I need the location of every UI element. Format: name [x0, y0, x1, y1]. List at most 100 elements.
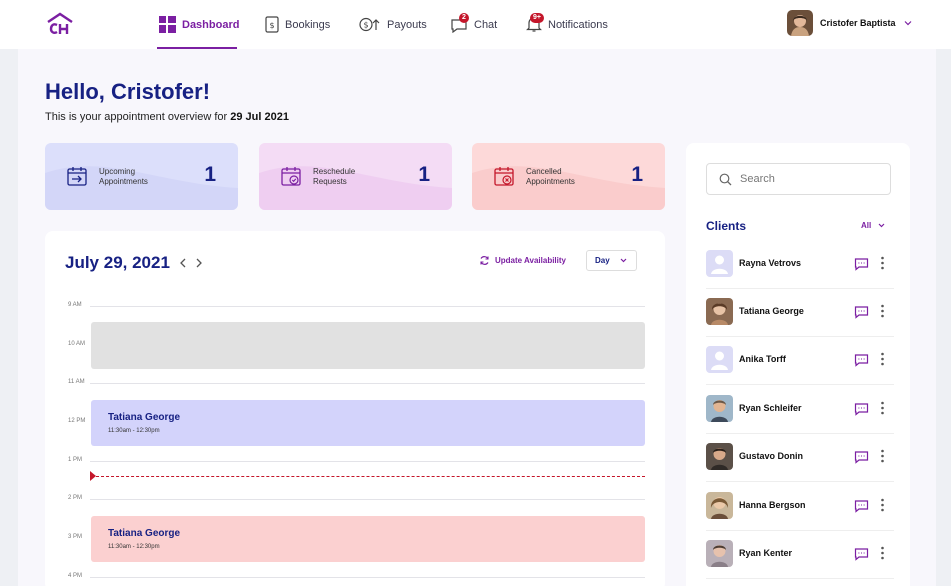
dashboard-icon: [159, 16, 176, 33]
user-menu[interactable]: Cristofer Baptista: [787, 10, 913, 36]
more-vertical-icon[interactable]: [880, 255, 885, 271]
client-row[interactable]: Ryan Kenter: [706, 531, 894, 579]
event-block[interactable]: Tatiana George 11:30am - 12:30pm: [91, 400, 645, 446]
client-row[interactable]: Hanna Bergson: [706, 483, 894, 531]
app-logo[interactable]: [45, 12, 75, 36]
client-avatar: [706, 250, 733, 277]
calendar-check-icon: [281, 167, 301, 186]
more-vertical-icon[interactable]: [880, 497, 885, 513]
hour-line: [90, 306, 645, 307]
client-row[interactable]: Rayna Vetrovs: [706, 241, 894, 289]
client-row[interactable]: Anika Torff: [706, 337, 894, 385]
more-vertical-icon[interactable]: [880, 351, 885, 367]
chevron-down-icon: [620, 258, 627, 263]
stat-cancelled-appointments[interactable]: Cancelled Appointments 1: [472, 143, 665, 210]
client-avatar: [706, 346, 733, 373]
client-row[interactable]: Tatiana George: [706, 289, 894, 337]
calendar-arrow-icon: [67, 167, 87, 186]
payouts-icon: $: [359, 17, 380, 32]
event-title: Tatiana George: [108, 528, 181, 539]
hour-row: 2 PM: [45, 495, 645, 501]
nav-payouts-label: Payouts: [387, 18, 427, 31]
nav-notifications-label: Notifications: [548, 18, 608, 31]
search-icon: [719, 173, 732, 185]
more-vertical-icon[interactable]: [880, 448, 885, 464]
stat-upcoming-appointments[interactable]: Upcoming Appointments 1: [45, 143, 238, 210]
event-time: 11:30am - 12:30pm: [108, 428, 160, 434]
unavailable-block[interactable]: [91, 322, 645, 369]
user-name: Cristofer Baptista: [820, 18, 896, 28]
message-icon[interactable]: [854, 353, 869, 367]
stat-reschedule-value: 1: [418, 163, 430, 186]
stat-cancelled-label: Cancelled Appointments: [526, 167, 575, 186]
nav-notifications[interactable]: Notifications: [526, 0, 608, 49]
chevron-left-icon[interactable]: [178, 257, 188, 269]
hour-line: [90, 499, 645, 500]
client-avatar: [706, 443, 733, 470]
more-vertical-icon[interactable]: [880, 400, 885, 416]
clients-filter[interactable]: All: [861, 221, 886, 230]
hour-label: 9 AM: [68, 302, 82, 308]
view-select-value: Day: [595, 256, 610, 265]
message-icon[interactable]: [854, 499, 869, 513]
hour-row: 9 AM: [45, 302, 645, 308]
more-vertical-icon[interactable]: [880, 545, 885, 561]
client-row[interactable]: Ryan Schleifer: [706, 386, 894, 434]
search-input[interactable]: Search: [706, 163, 891, 195]
clients-filter-value: All: [861, 221, 872, 230]
stat-reschedule-requests[interactable]: Reschedule Requests 1: [259, 143, 452, 210]
current-time-line: [91, 476, 645, 477]
nav-payouts[interactable]: $ Payouts: [359, 0, 427, 49]
hour-row: 11 AM: [45, 379, 645, 385]
event-title: Tatiana George: [108, 412, 181, 423]
chevron-right-icon[interactable]: [194, 257, 204, 269]
active-tab-indicator: [157, 47, 237, 49]
hour-label: 11 AM: [68, 379, 85, 385]
event-block[interactable]: Tatiana George 11:30am - 12:30pm: [91, 516, 645, 562]
hour-label: 1 PM: [68, 457, 83, 463]
stat-upcoming-label: Upcoming Appointments: [99, 167, 148, 186]
event-time: 11:30am - 12:30pm: [108, 544, 160, 550]
bookings-icon: $: [265, 16, 279, 33]
client-avatar: [706, 395, 733, 422]
message-icon[interactable]: [854, 305, 869, 319]
client-row[interactable]: Gustavo Donin: [706, 434, 894, 482]
overview-subtitle: This is your appointment overview for 29…: [45, 111, 289, 123]
client-avatar: [706, 298, 733, 325]
nav-bookings[interactable]: $ Bookings: [265, 0, 330, 49]
update-availability-label: Update Availability: [495, 256, 566, 265]
client-name: Gustavo Donin: [739, 451, 804, 461]
hour-line: [90, 383, 645, 384]
chevron-down-icon: [878, 223, 885, 228]
view-select[interactable]: Day: [586, 250, 637, 271]
message-icon[interactable]: [854, 450, 869, 464]
refresh-icon: [480, 256, 489, 265]
more-vertical-icon[interactable]: [880, 303, 885, 319]
client-name: Ryan Schleifer: [739, 403, 802, 413]
nav-chat[interactable]: Chat: [450, 0, 497, 49]
hour-line: [90, 577, 645, 578]
page-title: Hello, Cristofer!: [45, 79, 211, 104]
hour-line: [90, 461, 645, 462]
client-name: Ryan Kenter: [739, 548, 793, 558]
notifications-badge: 9+: [530, 13, 544, 23]
top-navigation-bar: Dashboard $ Bookings $ Payouts Chat 2 No…: [0, 0, 951, 49]
clients-panel: Search Clients All Rayna Vetrovs Tatiana…: [686, 143, 910, 586]
hour-label: 3 PM: [68, 534, 83, 540]
nav-dashboard[interactable]: Dashboard: [159, 0, 239, 49]
stat-reschedule-label: Reschedule Requests: [313, 167, 356, 186]
client-name: Rayna Vetrovs: [739, 258, 802, 268]
hour-label: 10 AM: [68, 341, 86, 347]
hour-label: 2 PM: [68, 495, 83, 501]
stat-upcoming-value: 1: [204, 163, 216, 186]
hour-label: 4 PM: [68, 573, 83, 579]
overview-subtitle-text: This is your appointment overview for: [45, 111, 228, 123]
message-icon[interactable]: [854, 547, 869, 561]
message-icon[interactable]: [854, 402, 869, 416]
user-avatar: [787, 10, 813, 36]
nav-bookings-label: Bookings: [285, 18, 331, 31]
hour-label: 12 PM: [68, 418, 86, 424]
update-availability-button[interactable]: Update Availability: [479, 255, 566, 266]
client-name: Hanna Bergson: [739, 500, 806, 510]
message-icon[interactable]: [854, 257, 869, 271]
